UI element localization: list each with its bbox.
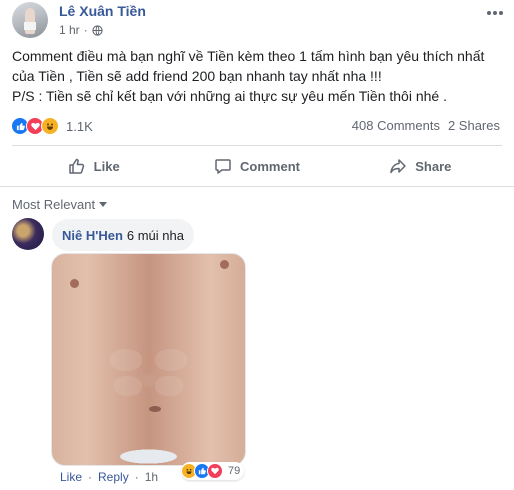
- post-text-line: P/S : Tiền sẽ chỉ kết bạn với những ai t…: [12, 88, 447, 104]
- post-text-line: Comment điều mà bạn nghĩ về Tiền kèm the…: [12, 48, 485, 64]
- share-arrow-icon: [390, 159, 406, 174]
- comment-reactions[interactable]: 79: [181, 462, 245, 480]
- shares-count[interactable]: 2 Shares: [448, 118, 500, 133]
- post-text: Comment điều mà bạn nghĩ về Tiền kèm the…: [12, 46, 502, 106]
- divider: [12, 145, 502, 146]
- comment-label: Comment: [240, 158, 300, 174]
- post-action-bar: Like Comment Share: [12, 149, 502, 183]
- comment-time[interactable]: 1h: [145, 470, 158, 484]
- globe-icon[interactable]: [92, 24, 103, 36]
- comment-icon: [215, 159, 231, 174]
- comment-actions: Like · Reply · 1h: [60, 470, 158, 484]
- thumbs-up-icon: [68, 158, 84, 174]
- comment-sort-dropdown[interactable]: Most Relevant: [12, 197, 108, 212]
- reactions-summary[interactable]: 1.1K: [11, 117, 93, 135]
- comments-count[interactable]: 408 Comments: [352, 118, 440, 133]
- post-time[interactable]: 1 hr: [59, 23, 80, 37]
- share-label: Share: [415, 158, 452, 174]
- comment-like-link[interactable]: Like: [60, 470, 82, 484]
- share-button[interactable]: Share: [339, 149, 502, 183]
- caret-down-icon: [99, 201, 108, 207]
- more-horizontal-icon[interactable]: [486, 3, 504, 21]
- comment-reply-link[interactable]: Reply: [98, 470, 129, 484]
- like-button[interactable]: Like: [12, 149, 175, 183]
- commenter-name[interactable]: Niê H'Hen: [62, 228, 123, 243]
- meta-separator: ·: [83, 23, 88, 37]
- commenter-avatar[interactable]: [12, 218, 44, 250]
- post-stats: 408 Comments 2 Shares: [352, 118, 500, 133]
- comment-bubble: Niê H'Hen 6 múi nha: [52, 219, 194, 251]
- post-header: Lê Xuân Tiền 1 hr ·: [0, 0, 514, 44]
- comment-reaction-count: 79: [228, 465, 241, 477]
- comment-separator: ·: [134, 470, 139, 484]
- comment-button[interactable]: Comment: [175, 149, 338, 183]
- reaction-count[interactable]: 1.1K: [66, 119, 93, 134]
- comment-text: 6 múi nha: [126, 227, 184, 243]
- post-text-line: của Tiền , Tiền sẽ add friend 200 bạn nh…: [12, 68, 382, 84]
- like-label: Like: [93, 158, 120, 174]
- haha-reaction-icon: [41, 117, 59, 135]
- author-avatar[interactable]: [12, 2, 48, 38]
- love-reaction-icon: [207, 463, 223, 479]
- comment-separator: ·: [88, 470, 93, 484]
- author-name[interactable]: Lê Xuân Tiền: [59, 3, 146, 19]
- post-meta: 1 hr ·: [59, 23, 103, 37]
- divider: [0, 186, 514, 187]
- sort-label: Most Relevant: [12, 197, 96, 212]
- comment-photo[interactable]: [51, 253, 246, 466]
